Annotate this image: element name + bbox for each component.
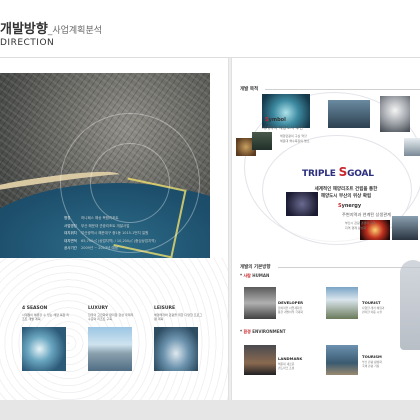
theme-cards: 4 SEASON 사계절이 체류할 수 있는 해양 복합 리조트 개발 계획 L… bbox=[22, 306, 202, 371]
human-subhead: * 사람 HUMAN bbox=[240, 273, 270, 278]
basic-direction-divider bbox=[278, 267, 420, 268]
title-english: DIRECTION bbox=[0, 38, 55, 48]
title-korean: 개발방향 bbox=[0, 22, 48, 37]
tourist-title: TOURIST bbox=[362, 300, 381, 305]
theme-card: LEISURE 해양레저와 관광을 위한 다양한 프로그램 계획 bbox=[154, 306, 202, 371]
site-info-row: 명칭 하니페스 해상 복합리조트 bbox=[64, 215, 156, 223]
site-info-key: 명칭 bbox=[64, 216, 71, 220]
tourism-photo bbox=[326, 345, 358, 375]
developer-title: DEVELOPER bbox=[278, 300, 304, 305]
site-info-row: 대지위치 부산광역시 해운대구 중1동 1015-1번지 일원 bbox=[64, 230, 156, 238]
site-info-value: 2009년 ~ 2013년 예정 bbox=[81, 246, 118, 251]
site-info-value: 하니페스 해상 복합리조트 bbox=[81, 216, 119, 220]
title-subtitle: _사업계획분석 bbox=[47, 26, 103, 36]
page-title: 개발방향_사업계획분석 bbox=[0, 18, 102, 37]
triple-s-letter: S bbox=[338, 165, 348, 179]
header-divider bbox=[0, 57, 420, 58]
radius-ring bbox=[90, 143, 170, 223]
wave-photo bbox=[22, 327, 66, 371]
tourism-title: TOURISM bbox=[362, 354, 382, 359]
site-info-key: 사업명칭 bbox=[64, 223, 77, 228]
site-info-value: 부산 해운대 관광리조트 개발사업 bbox=[81, 223, 130, 228]
symbol-subtitle: 세계속의 해양도시 부산 bbox=[262, 125, 304, 130]
theme-text: 해양레저와 관광을 위한 다양한 프로그램 계획 bbox=[154, 313, 202, 321]
towers-photo bbox=[88, 327, 132, 371]
theme-card: 4 SEASON 사계절이 체류할 수 있는 해양 복합 리조트 개발 계획 bbox=[22, 306, 70, 371]
synergy-label: Synergy bbox=[338, 203, 361, 209]
synergy-note: 부산시 관광 경쟁력 강화 bbox=[345, 221, 376, 225]
basic-direction-heading: 개발의 기본방향 bbox=[240, 265, 271, 270]
tourist-photo bbox=[326, 287, 358, 319]
synergy-rest: ynergy bbox=[341, 203, 362, 209]
brochure-spread: 개발방향_사업계획분석 DIRECTION 명칭 하니페스 해상 복합리조트 사업… bbox=[0, 0, 420, 400]
landmark-title: LANDMARK bbox=[278, 356, 303, 361]
tower-photo bbox=[392, 216, 418, 240]
symbol-note: 해운대 해수욕장의 명소 bbox=[280, 139, 310, 143]
tourist-text: 편리한 이용 시설 bbox=[362, 310, 382, 314]
theme-title: LUXURY bbox=[88, 306, 108, 311]
park-photo bbox=[252, 132, 272, 150]
triple-s-goal: TRIPLE SGOAL bbox=[302, 165, 374, 179]
synergy-subtitle: 주변지역과 연계된 상생관계 bbox=[342, 212, 391, 217]
landmark-photo bbox=[244, 345, 276, 375]
plaza-photo bbox=[380, 96, 410, 132]
goal-word: GOAL bbox=[347, 169, 374, 179]
goal-heading: 개발 목적 bbox=[240, 87, 259, 92]
symbol-label: Symbol bbox=[265, 117, 286, 123]
tourism-text: 국제 관광 거점 bbox=[362, 364, 380, 368]
event-photo bbox=[286, 192, 318, 216]
theme-title: LEISURE bbox=[154, 306, 176, 311]
site-info-key: 공사기간 bbox=[64, 246, 77, 251]
goal-divider bbox=[265, 89, 420, 90]
theme-title: 4 SEASON bbox=[22, 306, 48, 311]
synergy-note: 지역 경제 활성화 bbox=[345, 226, 367, 230]
developer-photo bbox=[244, 287, 276, 319]
symbol-note: 해양관광의 구심 역할 bbox=[280, 134, 307, 138]
theme-card: LUXURY 한국의 고급화와 편리함 향상 국제적 수준의 리조트 구축 bbox=[88, 306, 136, 371]
sky-photo bbox=[404, 138, 420, 156]
theme-text: 사계절이 체류할 수 있는 해양 복합 리조트 개발 계획 bbox=[22, 313, 70, 321]
triple-word: TRIPLE bbox=[302, 169, 336, 179]
environment-en: ENVIRONMENT bbox=[252, 329, 286, 334]
page: 개발방향_사업계획분석 DIRECTION 명칭 하니페스 해상 복합리조트 사업… bbox=[0, 0, 420, 420]
landmark-text: 랜드마크 조성 bbox=[278, 366, 295, 370]
environment-label: 환경 bbox=[243, 329, 251, 334]
site-info-value: 65,790㎡ (상업지역) / 10,200㎡ (중심상업지역) bbox=[81, 238, 156, 243]
site-info-key: 대지면적 bbox=[64, 238, 77, 243]
site-info-value: 부산광역시 해운대구 중1동 1015-1번지 일원 bbox=[81, 231, 149, 236]
human-en: HUMAN bbox=[252, 273, 270, 278]
page-gutter bbox=[228, 58, 232, 400]
dolphin-photo bbox=[154, 327, 198, 371]
theme-text: 한국의 고급화와 편리함 향상 국제적 수준의 리조트 구축 bbox=[88, 313, 134, 321]
bay-photo bbox=[328, 100, 370, 128]
symbol-rest: ymbol bbox=[268, 117, 286, 123]
environment-subhead: * 환경 ENVIRONMENT bbox=[240, 329, 286, 334]
site-info-row: 사업명칭 부산 해운대 관광리조트 개발사업 bbox=[64, 223, 156, 231]
person-silhouette bbox=[400, 260, 420, 350]
developer-text: 통한 개발이익 극대화 bbox=[278, 310, 303, 314]
human-label: 사람 bbox=[243, 273, 251, 278]
site-info-row: 대지면적 65,790㎡ (상업지역) / 10,200㎡ (중심상업지역) bbox=[64, 238, 156, 246]
site-info-table: 명칭 하니페스 해상 복합리조트 사업명칭 부산 해운대 관광리조트 개발사업 대지… bbox=[64, 215, 156, 253]
site-info-key: 대지위치 bbox=[64, 231, 77, 236]
site-info-row: 공사기간 2009년 ~ 2013년 예정 bbox=[64, 245, 156, 253]
